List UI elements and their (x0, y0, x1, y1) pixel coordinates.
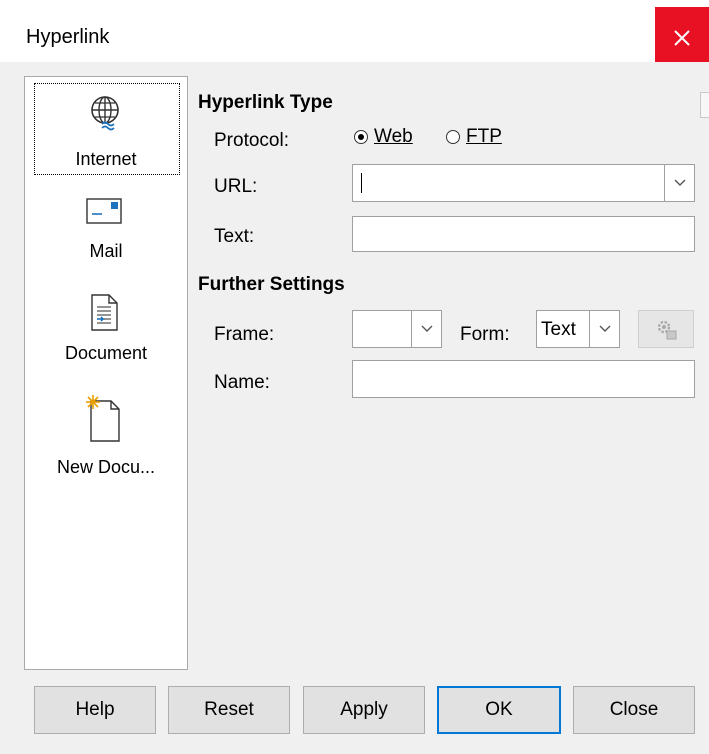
help-button[interactable]: Help (34, 686, 156, 734)
chevron-down-icon (599, 325, 610, 332)
globe-link-icon (91, 96, 119, 131)
events-button[interactable] (638, 310, 694, 348)
frame-combobox[interactable] (352, 310, 442, 348)
events-gear-icon (657, 320, 677, 340)
protocol-web-radio[interactable]: Web (354, 126, 413, 148)
chevron-down-icon (674, 179, 685, 186)
form-dropdown-button[interactable] (589, 311, 619, 347)
document-icon (91, 294, 118, 331)
reset-button-label: Reset (204, 699, 254, 720)
close-icon (674, 30, 690, 46)
ok-button[interactable]: OK (437, 686, 561, 734)
sidebar-item-label: Internet (75, 149, 137, 169)
help-button-label: Help (75, 699, 115, 720)
window-title: Hyperlink (26, 26, 110, 48)
close-window-button[interactable] (655, 7, 709, 69)
url-combobox[interactable] (352, 164, 695, 202)
sidebar-item-label: Document (64, 343, 148, 363)
sidebar-item-label: Mail (89, 241, 123, 261)
apply-button-label: Apply (340, 699, 388, 720)
sidebar-item-new-document[interactable]: New Docu... (25, 393, 187, 493)
text-label: Text: (214, 226, 255, 247)
text-input[interactable] (352, 216, 695, 252)
name-label: Name: (214, 372, 270, 393)
sidebar-item-mail[interactable]: Mail (25, 189, 187, 279)
form-combobox[interactable]: Text (536, 310, 620, 348)
close-button[interactable]: Close (573, 686, 695, 734)
protocol-label: Protocol: (214, 130, 289, 151)
sidebar-item-document[interactable]: Document (25, 291, 187, 381)
radio-web-indicator[interactable] (354, 130, 368, 144)
form-value: Text (541, 319, 576, 340)
reset-button[interactable]: Reset (168, 686, 290, 734)
form-label: Form: (460, 324, 510, 345)
radio-ftp-label: FTP (466, 126, 502, 147)
name-input[interactable] (352, 360, 695, 398)
dialog-body: Internet Mail Document New Docu... Hyper… (0, 62, 709, 754)
sidebar-item-label: New Docu... (56, 457, 156, 477)
protocol-ftp-radio[interactable]: FTP (446, 126, 502, 148)
frame-label: Frame: (214, 324, 275, 345)
radio-web-label: Web (374, 126, 413, 147)
radio-ftp-indicator[interactable] (446, 130, 460, 144)
sidebar-item-internet[interactable]: Internet (25, 87, 187, 177)
frame-dropdown-button[interactable] (411, 311, 441, 347)
new-document-icon (86, 395, 120, 442)
close-button-label: Close (609, 699, 659, 720)
category-sidebar: Internet Mail Document New Docu... (24, 76, 188, 670)
chevron-down-icon (421, 325, 432, 332)
apply-button[interactable]: Apply (303, 686, 425, 734)
url-dropdown-button[interactable] (664, 165, 694, 201)
further-settings-heading: Further Settings (198, 274, 345, 295)
ok-button-label: OK (485, 699, 513, 720)
envelope-icon (86, 198, 122, 224)
hyperlink-type-heading: Hyperlink Type (198, 92, 333, 113)
text-cursor (361, 173, 362, 193)
panel-edge (700, 92, 709, 118)
url-label: URL: (214, 176, 258, 197)
